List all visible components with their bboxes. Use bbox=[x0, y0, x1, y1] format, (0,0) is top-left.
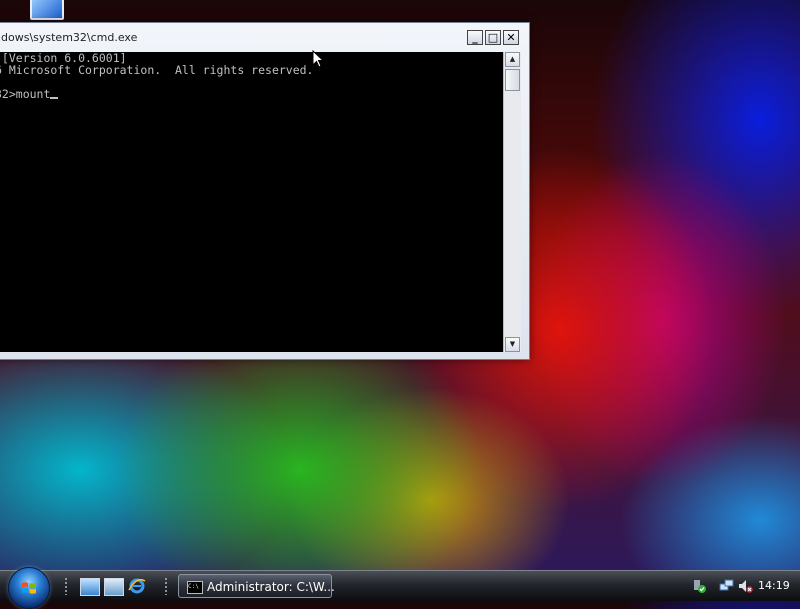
taskbar: C:\ Administrator: C:\W... 14:19 bbox=[0, 567, 800, 609]
volume-muted-icon[interactable] bbox=[737, 578, 753, 594]
scroll-thumb[interactable] bbox=[505, 69, 520, 91]
toolbar-grip[interactable] bbox=[64, 577, 68, 595]
close-button[interactable]: ✕ bbox=[503, 30, 519, 45]
scroll-up-arrow-icon[interactable]: ▲ bbox=[505, 52, 520, 67]
switch-windows-icon[interactable] bbox=[104, 578, 124, 596]
vertical-scrollbar[interactable]: ▲ ▼ bbox=[503, 52, 521, 352]
console-area[interactable]: [Version 6.0.6001] 6 Microsoft Corporati… bbox=[0, 52, 503, 352]
network-icon[interactable] bbox=[719, 578, 735, 594]
maximize-button[interactable]: □ bbox=[485, 30, 501, 45]
cmd-window[interactable]: dows\system32\cmd.exe _ □ ✕ [Version 6.0… bbox=[0, 22, 530, 360]
taskbar-button-cmd[interactable]: C:\ Administrator: C:\W... bbox=[178, 574, 335, 598]
mouse-pointer-icon bbox=[312, 50, 324, 68]
console-command: 32>mount bbox=[0, 87, 51, 101]
clock[interactable]: 14:19 bbox=[758, 579, 790, 592]
show-desktop-icon[interactable] bbox=[80, 578, 100, 596]
console-line: 6 Microsoft Corporation. All rights rese… bbox=[0, 63, 314, 77]
title-bar[interactable]: dows\system32\cmd.exe _ □ ✕ bbox=[0, 23, 529, 51]
console-prompt-line: 32>mount bbox=[0, 87, 59, 101]
minimize-button[interactable]: _ bbox=[467, 30, 483, 45]
cmd-icon: C:\ bbox=[187, 581, 203, 594]
window-title: dows\system32\cmd.exe bbox=[1, 31, 138, 44]
windows-start-orb-icon bbox=[22, 582, 36, 594]
taskbar-button-label: Administrator: C:\W... bbox=[207, 580, 335, 594]
internet-explorer-icon[interactable] bbox=[128, 578, 146, 594]
start-button[interactable] bbox=[8, 567, 50, 609]
text-cursor bbox=[50, 97, 59, 99]
scroll-down-arrow-icon[interactable]: ▼ bbox=[505, 337, 520, 352]
toolbar-grip[interactable] bbox=[164, 577, 168, 595]
computer-icon[interactable] bbox=[22, 0, 64, 22]
security-shield-icon[interactable] bbox=[691, 578, 707, 594]
